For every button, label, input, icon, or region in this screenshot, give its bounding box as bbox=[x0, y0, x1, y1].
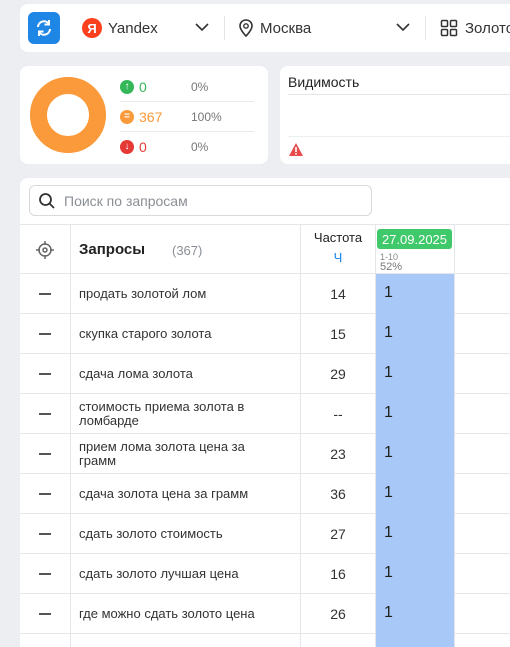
query-text[interactable]: продать золотой лом bbox=[79, 274, 279, 314]
query-position[interactable]: 1 bbox=[376, 354, 454, 394]
minus-icon[interactable] bbox=[39, 453, 51, 455]
query-frequency: 14 bbox=[330, 286, 346, 302]
query-text[interactable]: скупка старого золота bbox=[79, 314, 279, 354]
search-box[interactable] bbox=[29, 185, 372, 216]
stat-down-percent: 0% bbox=[191, 140, 209, 154]
query-position[interactable]: 1 bbox=[376, 594, 454, 634]
table-row[interactable]: скупка старого золота 15 1 bbox=[20, 314, 510, 354]
minus-icon[interactable] bbox=[39, 293, 51, 295]
arrow-down-icon: ↓ bbox=[120, 140, 134, 154]
positions-summary-card: ↑ 0 0% = 367 100% ↓ 0 0% bbox=[20, 66, 268, 164]
refresh-button[interactable] bbox=[28, 12, 60, 44]
stat-up[interactable]: ↑ 0 0% bbox=[120, 72, 254, 102]
query-frequency: 29 bbox=[330, 366, 346, 382]
stat-same-percent: 100% bbox=[191, 109, 222, 124]
table-row[interactable]: сдать золото лучшая цена 16 1 bbox=[20, 554, 510, 594]
stat-up-value: 0 bbox=[139, 78, 147, 95]
query-position[interactable]: 1 bbox=[376, 554, 454, 594]
yandex-logo-icon: Я bbox=[82, 18, 102, 38]
table-row[interactable]: продать золотой лом 14 1 bbox=[20, 274, 510, 314]
table-row[interactable]: прием лома золота цена за грамм 23 1 bbox=[20, 434, 510, 474]
divider bbox=[288, 94, 510, 95]
date-column-badge[interactable]: 27.09.2025 bbox=[377, 229, 452, 249]
minus-icon[interactable] bbox=[39, 533, 51, 535]
query-position[interactable]: 1 bbox=[376, 474, 454, 514]
query-text[interactable]: стоимость приема золота в ломбарде bbox=[79, 394, 279, 434]
minus-icon[interactable] bbox=[39, 493, 51, 495]
minus-icon[interactable] bbox=[39, 573, 51, 575]
divider bbox=[224, 16, 225, 40]
engine-label: Yandex bbox=[108, 19, 158, 37]
grid-icon bbox=[440, 19, 458, 37]
query-position[interactable]: 1 bbox=[376, 274, 454, 314]
warning-icon[interactable] bbox=[288, 142, 304, 157]
table-header: Запросы (367) Частота Ч 27.09.2025 1-10 … bbox=[20, 224, 510, 274]
engine-select[interactable]: Я Yandex bbox=[82, 16, 158, 40]
query-frequency: 26 bbox=[330, 606, 346, 622]
stat-same-value: 367 bbox=[139, 108, 163, 125]
query-text[interactable]: сдать золото стоимость bbox=[79, 514, 279, 554]
query-frequency: 16 bbox=[330, 566, 346, 582]
queries-count: (367) bbox=[172, 243, 203, 258]
query-frequency: 23 bbox=[330, 446, 346, 462]
chevron-down-icon[interactable] bbox=[396, 20, 410, 34]
date-visibility-percent: 52% bbox=[380, 261, 403, 273]
region-label: Москва bbox=[260, 19, 312, 37]
queries-panel: Запросы (367) Частота Ч 27.09.2025 1-10 … bbox=[20, 178, 510, 647]
minus-icon[interactable] bbox=[39, 373, 51, 375]
query-frequency: 36 bbox=[330, 486, 346, 502]
query-frequency: 15 bbox=[330, 326, 346, 342]
region-select[interactable]: Москва bbox=[238, 16, 311, 40]
queries-table-body: продать золотой лом 14 1 скупка старого зол… bbox=[20, 274, 510, 634]
table-row[interactable]: стоимость приема золота в ломбарде -- 1 bbox=[20, 394, 510, 434]
group-label: Золото bbox=[465, 19, 510, 37]
visibility-card: Видимость bbox=[280, 66, 510, 164]
query-text[interactable]: сдача золота цена за грамм bbox=[79, 474, 279, 514]
frequency-unit-toggle[interactable]: Ч bbox=[301, 250, 375, 265]
query-text[interactable]: сдача лома золота bbox=[79, 354, 279, 394]
stat-same[interactable]: = 367 100% bbox=[120, 102, 254, 132]
query-position[interactable]: 1 bbox=[376, 434, 454, 474]
stat-down-value: 0 bbox=[139, 139, 147, 155]
crosshair-icon bbox=[36, 241, 54, 259]
search-input[interactable] bbox=[64, 192, 354, 209]
chart-baseline bbox=[288, 136, 510, 137]
search-icon bbox=[39, 192, 55, 209]
equals-icon: = bbox=[120, 109, 134, 124]
query-text[interactable]: где можно сдать золото цена bbox=[79, 594, 279, 634]
stat-down[interactable]: ↓ 0 0% bbox=[120, 132, 254, 162]
query-text[interactable]: прием лома золота цена за грамм bbox=[79, 434, 279, 474]
location-pin-icon bbox=[239, 19, 253, 37]
table-row[interactable]: сдача лома золота 29 1 bbox=[20, 354, 510, 394]
query-frequency: -- bbox=[333, 406, 343, 422]
target-icon-cell[interactable] bbox=[20, 225, 70, 275]
query-text[interactable]: сдать золото лучшая цена bbox=[79, 554, 279, 594]
divider bbox=[425, 16, 426, 40]
group-select[interactable]: Золото bbox=[440, 16, 510, 40]
positions-donut-chart bbox=[30, 77, 106, 153]
frequency-column-title[interactable]: Частота bbox=[301, 230, 375, 245]
query-position[interactable]: 1 bbox=[376, 394, 454, 434]
query-position[interactable]: 1 bbox=[376, 314, 454, 354]
table-row[interactable]: сдать золото стоимость 27 1 bbox=[20, 514, 510, 554]
table-row[interactable]: где можно сдать золото цена 26 1 bbox=[20, 594, 510, 634]
query-frequency: 27 bbox=[330, 526, 346, 542]
chevron-down-icon[interactable] bbox=[195, 20, 209, 34]
table-row[interactable]: сдача золота цена за грамм 36 1 bbox=[20, 474, 510, 514]
minus-icon[interactable] bbox=[39, 613, 51, 615]
arrow-up-icon: ↑ bbox=[120, 79, 134, 94]
toolbar: Я Yandex Москва Золото bbox=[20, 4, 510, 52]
visibility-title: Видимость bbox=[288, 74, 360, 90]
minus-icon[interactable] bbox=[39, 413, 51, 415]
queries-column-title[interactable]: Запросы bbox=[79, 241, 145, 258]
refresh-icon bbox=[37, 20, 51, 36]
stat-up-percent: 0% bbox=[191, 79, 209, 94]
query-position[interactable]: 1 bbox=[376, 514, 454, 554]
minus-icon[interactable] bbox=[39, 333, 51, 335]
